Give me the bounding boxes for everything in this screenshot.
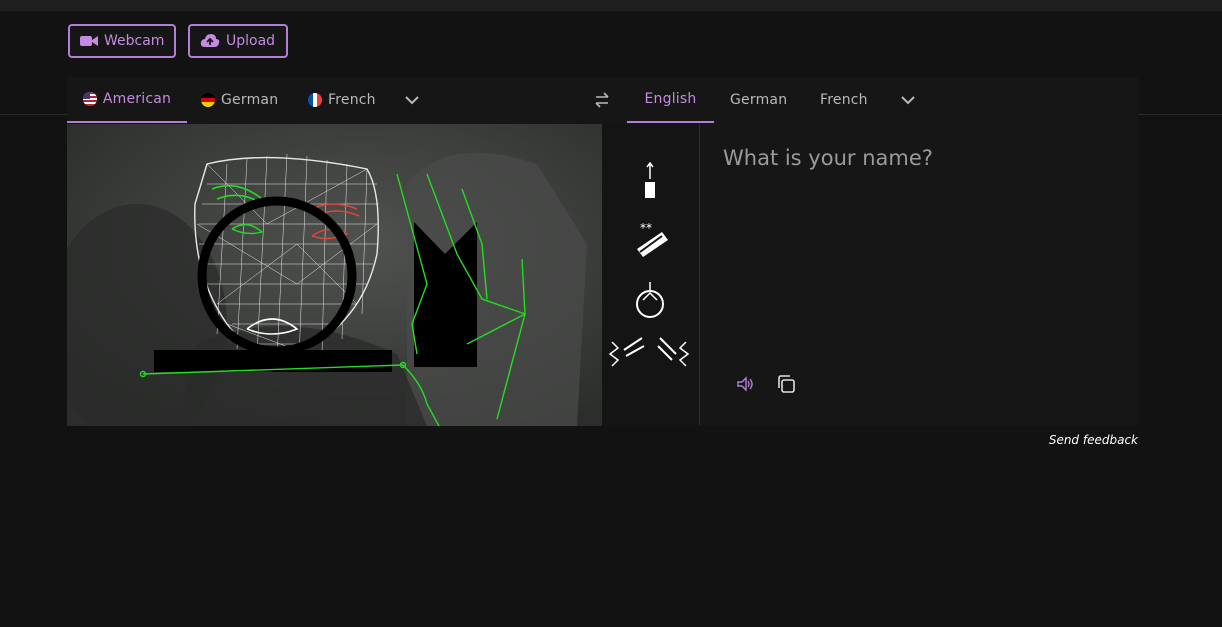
copy-icon[interactable] bbox=[776, 374, 796, 398]
tab-target-french-label: French bbox=[820, 92, 868, 108]
video-camera-icon bbox=[80, 34, 98, 48]
cloud-upload-icon bbox=[200, 33, 220, 49]
tab-source-german[interactable]: German bbox=[201, 77, 278, 123]
svg-text:**: ** bbox=[640, 221, 652, 235]
tab-source-german-label: German bbox=[221, 92, 279, 108]
tab-source-french-label: French bbox=[328, 92, 376, 108]
upload-button[interactable]: Upload bbox=[188, 24, 288, 58]
language-tabs-bar: American German French English German Fr… bbox=[67, 77, 1138, 125]
top-bar bbox=[0, 0, 1222, 11]
webcam-video-feed bbox=[67, 124, 602, 426]
tab-target-english[interactable]: English bbox=[627, 77, 714, 123]
pose-overlay bbox=[67, 124, 602, 426]
us-flag-icon bbox=[82, 92, 97, 106]
upload-label: Upload bbox=[226, 33, 276, 49]
tab-target-english-label: English bbox=[644, 91, 697, 107]
swap-arrows-icon[interactable] bbox=[593, 91, 611, 113]
signwriting-output: ** bbox=[602, 124, 699, 426]
signwriting-symbols: ** bbox=[608, 161, 690, 367]
target-more-languages-chevron-down-icon[interactable] bbox=[899, 91, 917, 113]
fr-flag-icon bbox=[308, 93, 322, 107]
send-feedback-link[interactable]: Send feedback bbox=[1049, 433, 1138, 447]
tab-source-american[interactable]: American bbox=[67, 77, 187, 123]
speaker-icon[interactable] bbox=[735, 374, 755, 398]
tab-target-german-label: German bbox=[730, 92, 788, 108]
tab-source-american-label: American bbox=[102, 91, 172, 107]
translation-text: What is your name? bbox=[723, 146, 933, 170]
de-flag-icon bbox=[201, 93, 215, 107]
tab-target-german[interactable]: German bbox=[730, 77, 787, 123]
translator-panel: American German French English German Fr… bbox=[67, 77, 1138, 426]
tab-target-french[interactable]: French bbox=[820, 77, 868, 123]
translation-output: What is your name? bbox=[700, 124, 1138, 426]
webcam-button[interactable]: Webcam bbox=[68, 24, 176, 58]
source-more-languages-chevron-down-icon[interactable] bbox=[403, 91, 421, 113]
tab-source-french[interactable]: French bbox=[308, 77, 376, 123]
webcam-label: Webcam bbox=[104, 33, 165, 49]
